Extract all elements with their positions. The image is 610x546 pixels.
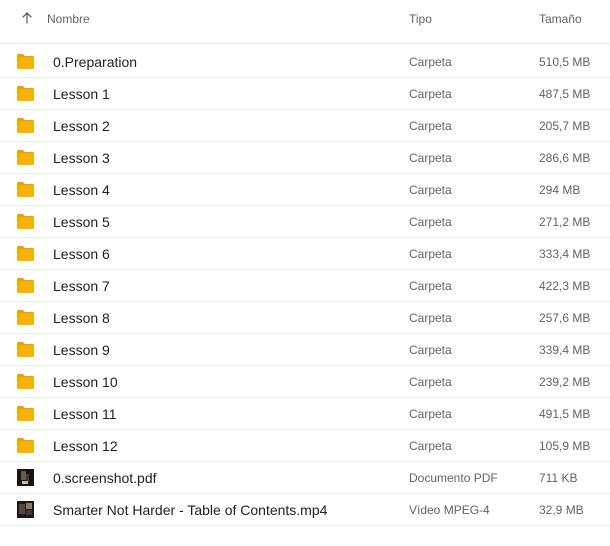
file-size: 257,6 MB (539, 311, 591, 325)
file-type: Carpeta (409, 407, 452, 421)
file-type: Carpeta (409, 119, 452, 133)
file-row[interactable]: 0.screenshot.pdf Documento PDF 711 KB (0, 462, 610, 494)
file-row[interactable]: Smarter Not Harder - Table of Contents.m… (0, 494, 610, 526)
file-size: 286,6 MB (539, 151, 591, 165)
file-size: 339,4 MB (539, 343, 591, 357)
file-name[interactable]: Lesson 9 (53, 342, 110, 358)
file-name[interactable]: Lesson 3 (53, 150, 110, 166)
file-row[interactable]: Lesson 3 Carpeta 286,6 MB (0, 142, 610, 174)
file-type: Carpeta (409, 151, 452, 165)
file-name[interactable]: Lesson 12 (53, 438, 118, 454)
pdf-thumbnail-icon (17, 469, 34, 486)
file-row[interactable]: Lesson 5 Carpeta 271,2 MB (0, 206, 610, 238)
folder-icon (16, 405, 35, 422)
file-size: 32,9 MB (539, 503, 584, 517)
folder-icon (16, 181, 35, 198)
folder-icon (16, 309, 35, 326)
folder-icon (16, 341, 35, 358)
file-type: Carpeta (409, 343, 452, 357)
file-row[interactable]: Lesson 10 Carpeta 239,2 MB (0, 366, 610, 398)
file-type: Documento PDF (409, 471, 498, 485)
file-name[interactable]: Lesson 8 (53, 310, 110, 326)
folder-icon (16, 245, 35, 262)
folder-icon (16, 149, 35, 166)
file-size: 271,2 MB (539, 215, 591, 229)
file-row[interactable]: Lesson 4 Carpeta 294 MB (0, 174, 610, 206)
file-name[interactable]: 0.screenshot.pdf (53, 470, 157, 486)
folder-icon (16, 53, 35, 70)
file-row[interactable]: Lesson 7 Carpeta 422,3 MB (0, 270, 610, 302)
file-type: Carpeta (409, 215, 452, 229)
file-size: 711 KB (539, 471, 578, 485)
file-name[interactable]: Lesson 1 (53, 86, 110, 102)
folder-icon (16, 373, 35, 390)
file-name[interactable]: Lesson 4 (53, 182, 110, 198)
file-type: Carpeta (409, 55, 452, 69)
file-size: 491,5 MB (539, 407, 591, 421)
file-size: 422,3 MB (539, 279, 591, 293)
file-row[interactable]: Lesson 8 Carpeta 257,6 MB (0, 302, 610, 334)
file-row[interactable]: Lesson 6 Carpeta 333,4 MB (0, 238, 610, 270)
file-name[interactable]: Lesson 11 (53, 406, 117, 422)
file-size: 294 MB (539, 183, 581, 197)
video-thumbnail-icon (17, 501, 34, 518)
file-type: Carpeta (409, 439, 452, 453)
file-row[interactable]: 0.Preparation Carpeta 510,5 MB (0, 46, 610, 78)
file-name[interactable]: Smarter Not Harder - Table of Contents.m… (53, 502, 327, 518)
file-row[interactable]: Lesson 9 Carpeta 339,4 MB (0, 334, 610, 366)
file-type: Carpeta (409, 247, 452, 261)
file-name[interactable]: 0.Preparation (53, 54, 137, 70)
file-name[interactable]: Lesson 2 (53, 118, 110, 134)
folder-icon (16, 277, 35, 294)
file-size: 510,5 MB (539, 55, 591, 69)
column-header-size[interactable]: Tamaño (539, 12, 582, 26)
file-row[interactable]: Lesson 2 Carpeta 205,7 MB (0, 110, 610, 142)
file-name[interactable]: Lesson 10 (53, 374, 118, 390)
column-header-type[interactable]: Tipo (409, 12, 432, 26)
arrow-up-icon[interactable] (19, 10, 35, 26)
folder-icon (16, 213, 35, 230)
file-size: 239,2 MB (539, 375, 591, 389)
file-row[interactable]: Lesson 12 Carpeta 105,9 MB (0, 430, 610, 462)
file-row[interactable]: Lesson 11 Carpeta 491,5 MB (0, 398, 610, 430)
folder-icon (16, 117, 35, 134)
file-list: Nombre Tipo Tamaño 0.Preparation Carpeta 5… (0, 0, 610, 546)
folder-icon (16, 85, 35, 102)
file-size: 333,4 MB (539, 247, 591, 261)
file-rows: 0.Preparation Carpeta 510,5 MB Lesson 1 Carp… (0, 46, 610, 526)
file-type: Carpeta (409, 279, 452, 293)
column-header-name[interactable]: Nombre (47, 12, 90, 26)
file-type: Carpeta (409, 87, 452, 101)
file-type: Carpeta (409, 375, 452, 389)
file-type: Vídeo MPEG-4 (409, 503, 490, 517)
file-name[interactable]: Lesson 7 (53, 278, 110, 294)
file-name[interactable]: Lesson 5 (53, 214, 110, 230)
folder-icon (16, 437, 35, 454)
file-row[interactable]: Lesson 1 Carpeta 487,5 MB (0, 78, 610, 110)
file-size: 105,9 MB (539, 439, 591, 453)
file-size: 205,7 MB (539, 119, 591, 133)
file-type: Carpeta (409, 311, 452, 325)
file-name[interactable]: Lesson 6 (53, 246, 110, 262)
file-type: Carpeta (409, 183, 452, 197)
file-size: 487,5 MB (539, 87, 591, 101)
list-header: Nombre Tipo Tamaño (0, 0, 610, 44)
